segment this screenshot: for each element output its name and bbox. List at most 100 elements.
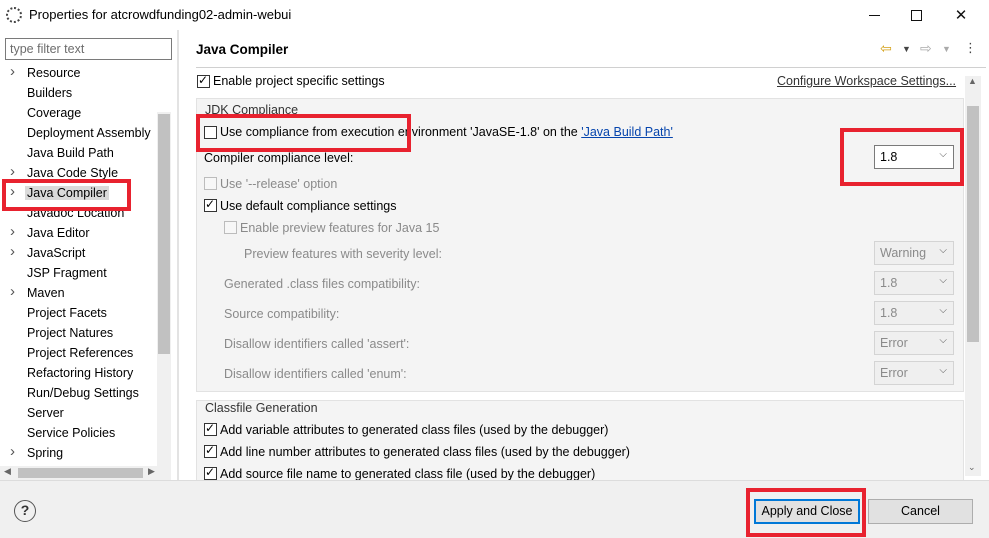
source-compat-value: 1.8 [880, 306, 898, 320]
filter-input[interactable] [5, 38, 172, 60]
sidebar-item-label: Builders [27, 86, 73, 100]
minimize-icon [868, 14, 880, 16]
sidebar-item-service-policies[interactable]: Service Policies [0, 424, 158, 444]
use-compliance-text: Use compliance from execution environmen… [220, 125, 582, 139]
source-compat-select[interactable]: 1.8 ⌵ [874, 301, 954, 325]
sidebar-hscrollbar[interactable]: ◀ ▶ [0, 466, 157, 480]
add-source-file-checkbox[interactable] [204, 465, 217, 480]
chevron-down-icon: ⌵ [939, 305, 947, 316]
source-compat-label: Source compatibility: [224, 307, 340, 321]
sidebar-item-label: Project References [27, 346, 134, 360]
forward-arrow-icon[interactable]: ⇨ [920, 40, 932, 57]
assert-value: Error [880, 336, 908, 350]
content-scrollbar[interactable]: ▲ ⌄ [965, 76, 981, 476]
sidebar-item-project-natures[interactable]: Project Natures [0, 324, 158, 344]
cancel-button[interactable]: Cancel [868, 499, 973, 524]
compliance-level-select[interactable]: 1.8 ⌵ [874, 145, 954, 169]
apply-and-close-button[interactable]: Apply and Close [754, 499, 860, 524]
enable-project-specific-checkbox[interactable] [197, 73, 210, 88]
sidebar-item-jsp-fragment[interactable]: JSP Fragment [0, 264, 158, 284]
release-option-checkbox[interactable] [204, 177, 217, 190]
scrollbar-thumb[interactable] [18, 468, 143, 478]
sidebar-item-label: Java Editor [27, 226, 90, 240]
maximize-icon [910, 9, 922, 21]
clipped-row: Add source file name to generated class … [196, 465, 964, 480]
sidebar-item-label: JSP Fragment [27, 266, 107, 280]
sidebar-item-java-build-path[interactable]: Java Build Path [0, 144, 158, 164]
preview-severity-value: Warning [880, 246, 927, 260]
back-arrow-icon[interactable]: ⇦ [880, 40, 892, 57]
chevron-right-icon[interactable]: › [10, 443, 15, 460]
sidebar-item-label: Coverage [27, 106, 82, 120]
close-button[interactable]: ✕ [938, 0, 984, 30]
sidebar-item-refactoring-history[interactable]: Refactoring History [0, 364, 158, 384]
chevron-right-icon[interactable]: › [10, 223, 15, 240]
property-tree: › Resource Builders Coverage Deployment Asse… [0, 64, 158, 496]
scroll-left-icon[interactable]: ◀ [4, 466, 11, 477]
chevron-right-icon[interactable]: › [10, 163, 15, 180]
page-nav: ⇦ ▼ ⇨ ▼ ⋮ [880, 40, 980, 60]
preview-severity-select[interactable]: Warning ⌵ [874, 241, 954, 265]
classfile-title: Classfile Generation [205, 401, 318, 415]
sidebar-item-maven[interactable]: › Maven [0, 283, 158, 304]
sidebar-item-project-facets[interactable]: Project Facets [0, 304, 158, 324]
forward-menu-icon[interactable]: ▼ [942, 44, 951, 54]
sidebar-item-resource[interactable]: › Resource [0, 64, 158, 84]
sidebar-scrollbar[interactable] [157, 112, 171, 496]
sidebar-item-java-compiler[interactable]: › Java Compiler [0, 183, 158, 204]
sidebar-item-label: Deployment Assembly [27, 126, 151, 140]
use-default-compliance-checkbox[interactable] [204, 197, 217, 212]
enable-preview-checkbox[interactable] [224, 221, 237, 234]
sidebar-item-server[interactable]: Server [0, 404, 158, 424]
chevron-down-icon: ⌵ [939, 149, 947, 160]
add-variable-attrs-checkbox[interactable] [204, 421, 217, 436]
close-icon: ✕ [954, 7, 968, 24]
enum-label: Disallow identifiers called 'enum': [224, 367, 407, 381]
use-compliance-label: Use compliance from execution environmen… [220, 125, 673, 139]
chevron-right-icon[interactable]: › [10, 243, 15, 260]
enable-project-specific-label: Enable project specific settings [213, 74, 385, 88]
enum-select[interactable]: Error ⌵ [874, 361, 954, 385]
view-menu-icon[interactable]: ⋮ [964, 40, 977, 56]
class-compat-select[interactable]: 1.8 ⌵ [874, 271, 954, 295]
scrollbar-thumb[interactable] [158, 114, 170, 354]
use-compliance-checkbox[interactable] [204, 126, 217, 139]
minimize-button[interactable] [851, 0, 897, 30]
chevron-right-icon[interactable]: › [10, 283, 15, 300]
scroll-up-icon[interactable]: ▲ [968, 76, 977, 86]
chevron-right-icon[interactable]: › [10, 183, 15, 200]
help-button[interactable]: ? [14, 500, 36, 522]
sidebar-item-run-debug-settings[interactable]: Run/Debug Settings [0, 384, 158, 404]
back-menu-icon[interactable]: ▼ [902, 44, 911, 54]
add-line-number-checkbox[interactable] [204, 443, 217, 458]
use-default-compliance-label: Use default compliance settings [220, 199, 397, 213]
scroll-down-icon[interactable]: ⌄ [968, 462, 976, 473]
panel-divider[interactable] [177, 30, 179, 480]
sidebar-item-coverage[interactable]: Coverage [0, 104, 158, 124]
sidebar-item-builders[interactable]: Builders [0, 84, 158, 104]
maximize-button[interactable] [893, 0, 939, 30]
scroll-right-icon[interactable]: ▶ [148, 466, 155, 477]
sidebar-item-java-code-style[interactable]: › Java Code Style [0, 163, 158, 184]
page-title: Java Compiler [196, 42, 289, 57]
preview-severity-label: Preview features with severity level: [244, 247, 442, 261]
sidebar-item-label: Spring [27, 446, 64, 460]
chevron-right-icon[interactable]: › [10, 64, 15, 80]
assert-select[interactable]: Error ⌵ [874, 331, 954, 355]
sidebar-item-javascript[interactable]: › JavaScript [0, 243, 158, 264]
compliance-level-label: Compiler compliance level: [204, 151, 354, 165]
sidebar-item-spring[interactable]: › Spring [0, 443, 158, 464]
add-variable-attrs-label: Add variable attributes to generated cla… [220, 423, 609, 437]
configure-workspace-link[interactable]: Configure Workspace Settings... [777, 74, 956, 88]
jdk-compliance-title: JDK Compliance [205, 103, 299, 117]
sidebar-item-project-references[interactable]: Project References [0, 344, 158, 364]
chevron-down-icon: ⌵ [939, 335, 947, 346]
window-title: Properties for atcrowdfunding02-admin-we… [29, 7, 292, 22]
sidebar-item-javadoc-location[interactable]: Javadoc Location [0, 204, 158, 224]
sidebar-item-java-editor[interactable]: › Java Editor [0, 223, 158, 244]
sidebar-item-deployment-assembly[interactable]: Deployment Assembly [0, 124, 158, 144]
chevron-down-icon: ⌵ [939, 245, 947, 256]
java-build-path-link[interactable]: 'Java Build Path' [581, 125, 673, 139]
sidebar-item-label: Maven [27, 286, 65, 300]
scrollbar-thumb[interactable] [967, 106, 979, 342]
